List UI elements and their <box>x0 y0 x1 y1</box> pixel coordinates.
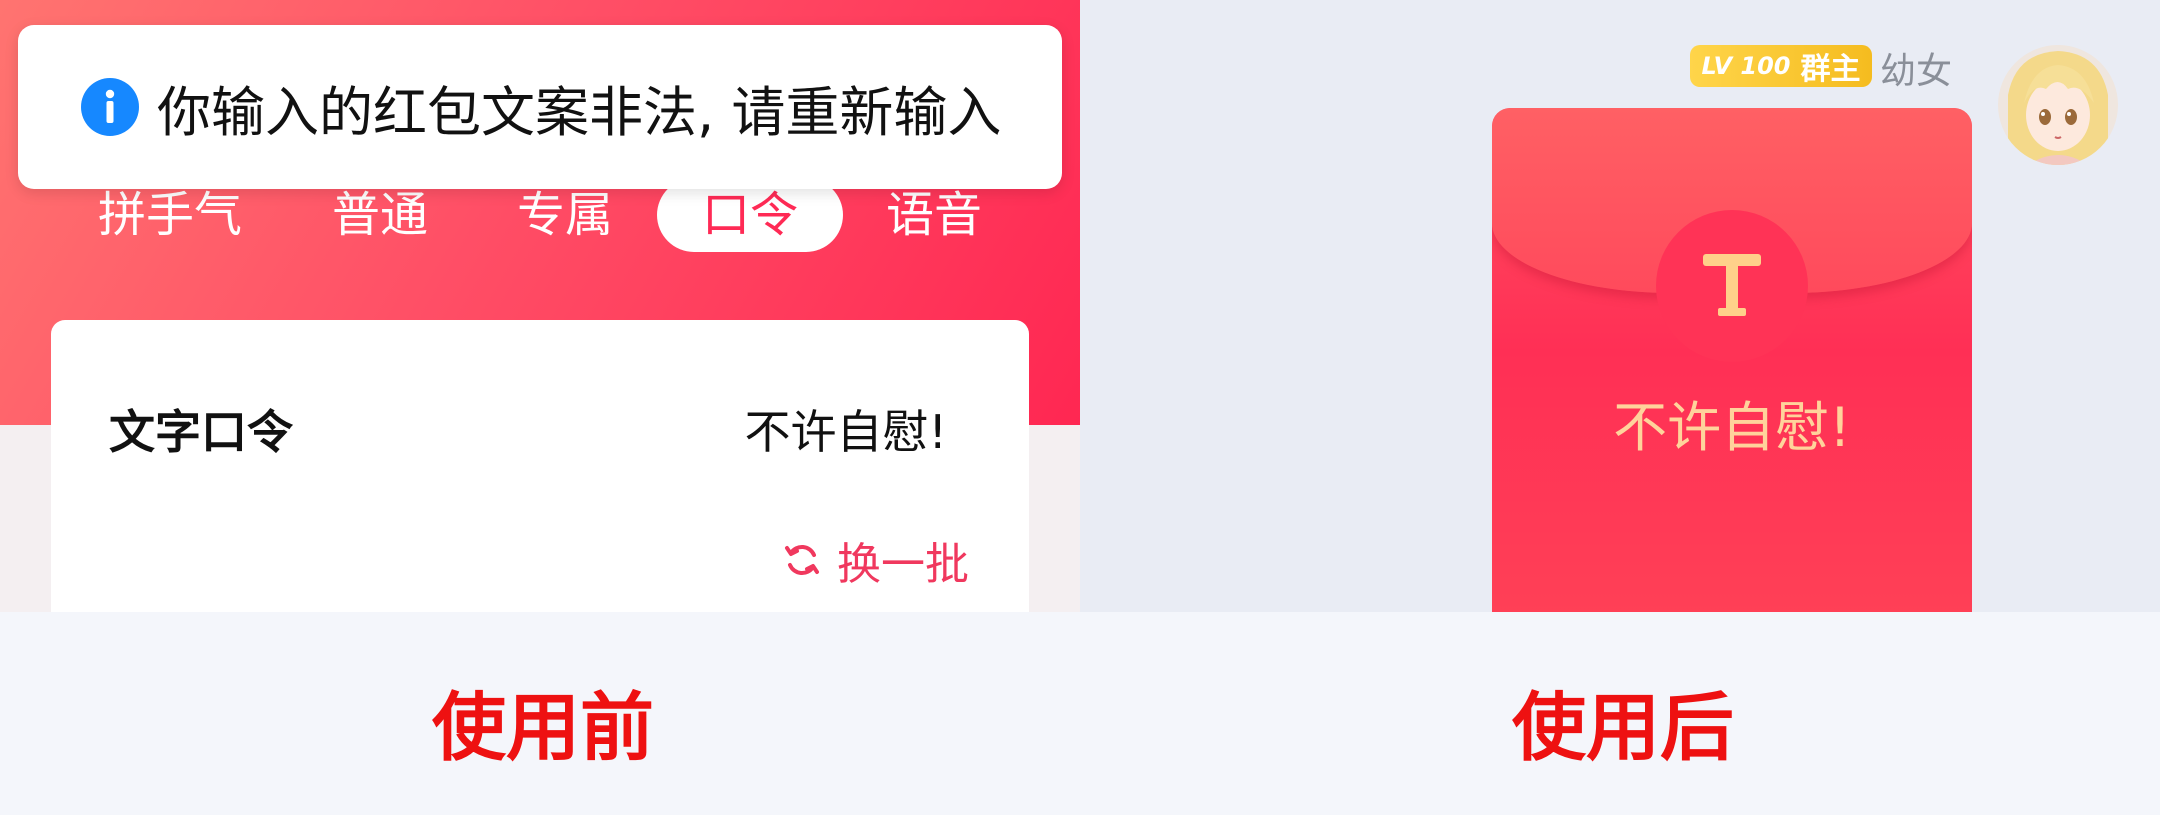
info-icon <box>81 78 139 136</box>
after-panel: LV 100 群主 幼女 不许自慰! <box>1080 0 2160 612</box>
password-card: 文字口令 不许自慰! 换一批 <box>51 320 1029 612</box>
tab-voice[interactable]: 语音 <box>874 178 994 252</box>
role-text: 群主 <box>1800 52 1861 87</box>
red-packet-text: 不许自慰! <box>1613 396 1851 459</box>
red-packet-message[interactable]: 不许自慰! <box>1492 108 1972 612</box>
sender-nickname: 幼女 <box>1880 51 1953 92</box>
refresh-label: 换一批 <box>837 539 969 590</box>
caption-before: 使用前 <box>432 685 654 771</box>
tab-normal[interactable]: 普通 <box>320 178 440 252</box>
tab-exclusive[interactable]: 专属 <box>505 178 625 252</box>
group-owner-badge: LV 100 群主 <box>1690 45 1872 87</box>
anime-avatar[interactable] <box>1998 45 2118 165</box>
tab-lucky[interactable]: 拼手气 <box>95 178 245 252</box>
toast-message: 你输入的红包文案非法, 请重新输入 <box>157 80 1002 144</box>
level-text: LV 100 <box>1701 52 1791 80</box>
refresh-icon <box>785 545 819 575</box>
password-label: 文字口令 <box>109 405 293 459</box>
password-input[interactable]: 不许自慰! <box>745 396 947 462</box>
error-toast: 你输入的红包文案非法, 请重新输入 <box>18 25 1062 189</box>
caption-after: 使用后 <box>1512 685 1734 771</box>
before-panel: 拼手气 普通 专属 口令 语音 文字口令 不许自慰! 换一批 你输入的红包文案非… <box>0 0 1080 612</box>
tab-password[interactable]: 口令 <box>657 178 843 252</box>
t-seal-icon <box>1656 210 1808 362</box>
refresh-button[interactable]: 换一批 <box>783 530 969 590</box>
